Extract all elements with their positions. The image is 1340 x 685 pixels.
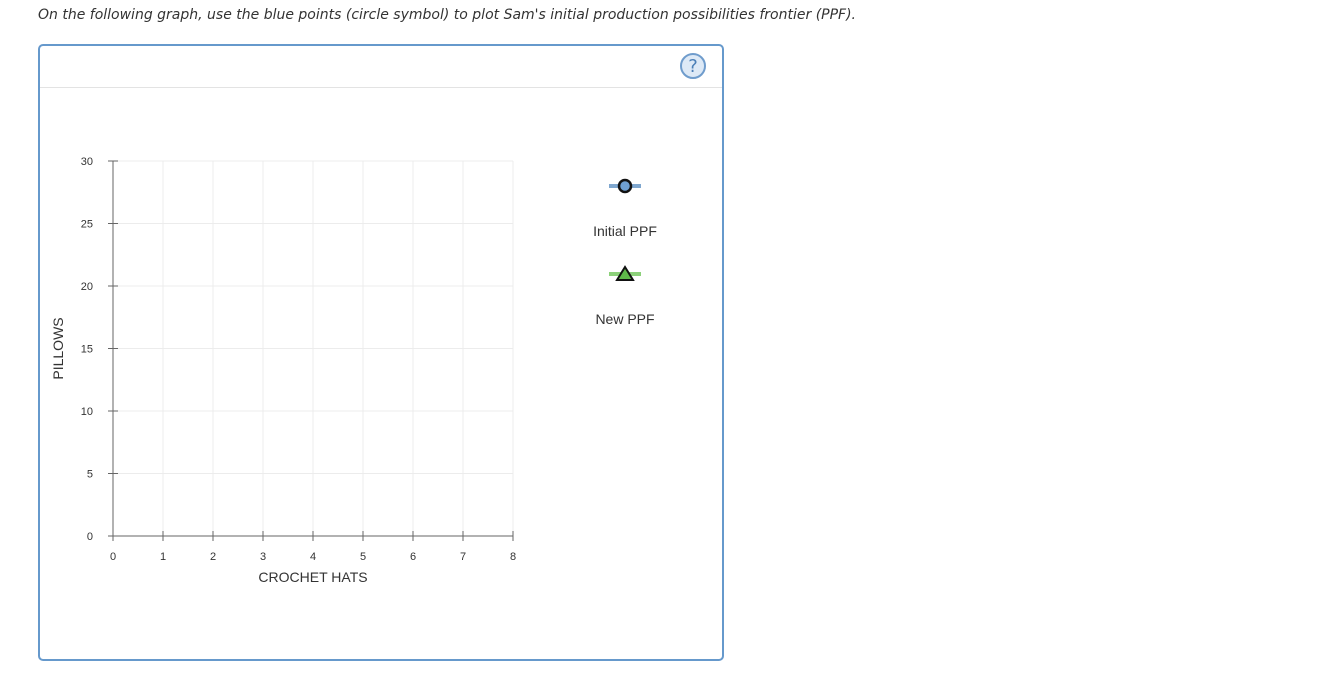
grid (113, 160, 514, 536)
y-axis-title: PILLOWS (50, 317, 66, 379)
circle-marker-icon (617, 178, 633, 194)
legend-label: New PPF (595, 311, 654, 327)
x-tick-label: 5 (360, 551, 366, 563)
y-tick-label: 0 (87, 531, 93, 543)
x-tick-label: 6 (410, 551, 416, 563)
legend-label: Initial PPF (593, 223, 657, 239)
ppf-chart[interactable]: 0 1 2 3 4 5 6 7 8 0 5 10 15 20 25 30 CROCHET HATS PILLOWS… (40, 46, 722, 659)
legend-item-initial-ppf[interactable]: Initial PPF (593, 178, 657, 239)
instruction-text: On the following graph, use the blue poi… (38, 7, 857, 23)
y-tick-label: 5 (87, 469, 93, 481)
graph-panel: ? 0 1 2 3 4 5 6 7 8 0 5 10 15 20 25 30 CROCHET HATS PILLO… (38, 44, 724, 661)
y-tick-label: 15 (81, 344, 93, 356)
x-tick-label: 0 (110, 551, 116, 563)
x-axis-title: CROCHET HATS (258, 569, 367, 585)
axes: 0 1 2 3 4 5 6 7 8 0 5 10 15 20 25 30 CROCHET HATS PILLOWS (50, 156, 516, 585)
y-tick-label: 25 (81, 219, 93, 231)
x-tick-label: 2 (210, 551, 216, 563)
legend: Initial PPF New PPF (593, 178, 657, 327)
x-tick-label: 7 (460, 551, 466, 563)
y-tick-label: 30 (81, 156, 93, 168)
y-tick-label: 10 (81, 406, 93, 418)
x-tick-label: 1 (160, 551, 166, 563)
y-tick-label: 20 (81, 281, 93, 293)
x-tick-label: 4 (310, 551, 316, 563)
x-tick-label: 3 (260, 551, 266, 563)
legend-item-new-ppf[interactable]: New PPF (595, 265, 655, 327)
x-tick-label: 8 (510, 551, 516, 563)
